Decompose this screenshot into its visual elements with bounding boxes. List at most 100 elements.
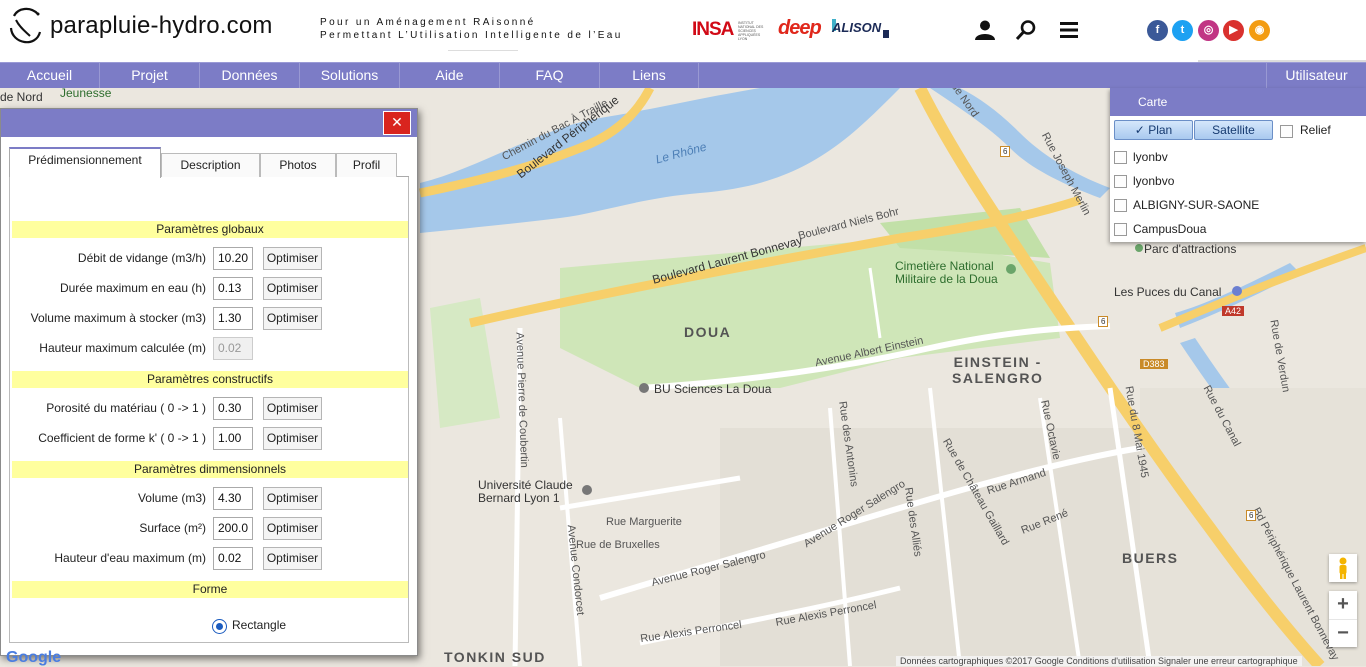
optimize-button[interactable]: Optimiser: [263, 517, 322, 540]
street-view-pegman-icon[interactable]: [1329, 554, 1357, 582]
map-type-plan-button[interactable]: ✓ Plan: [1114, 120, 1193, 140]
main-nav: Accueil Projet Données Solutions Aide FA…: [0, 62, 1366, 88]
park-poi-icon[interactable]: [1135, 244, 1143, 252]
layer-checkbox[interactable]: [1114, 151, 1127, 165]
param-input-porosite[interactable]: 0.30: [213, 397, 253, 420]
layer-label: lyonbvo: [1133, 174, 1175, 188]
layer-checkbox[interactable]: [1114, 175, 1127, 189]
map-label-de-nord: de Nord: [0, 90, 43, 104]
check-icon: ✓: [1134, 123, 1145, 137]
zoom-control: + −: [1329, 591, 1357, 647]
param-input-volume-max[interactable]: 1.30: [213, 307, 253, 330]
nav-utilisateur[interactable]: Utilisateur: [1266, 63, 1366, 88]
route-6-shield: 6: [1246, 510, 1257, 521]
plan-label: Plan: [1148, 123, 1173, 137]
optimize-button[interactable]: Optimiser: [263, 247, 322, 270]
cemetery-poi-icon[interactable]: [1006, 264, 1016, 274]
twitter-icon[interactable]: t: [1172, 20, 1193, 41]
nav-projet[interactable]: Projet: [100, 63, 200, 88]
tab-description[interactable]: Description: [161, 153, 260, 177]
optimize-button[interactable]: Optimiser: [263, 487, 322, 510]
google-logo[interactable]: Google: [6, 649, 61, 667]
dialog-titlebar[interactable]: ✕: [1, 109, 417, 137]
section-global-params: Paramètres globaux: [12, 221, 408, 238]
section-dimension-params: Paramètres dimmensionnels: [12, 461, 408, 478]
map-label-bu: BU Sciences La Doua: [654, 382, 772, 396]
site-tagline: Pour un Aménagement RAisonné Permettant …: [320, 16, 623, 42]
param-input-hauteur-eau[interactable]: 0.02: [213, 547, 253, 570]
zoom-out-button[interactable]: −: [1329, 619, 1357, 647]
layer-item-campusdoua[interactable]: CampusDoua: [1114, 222, 1206, 242]
deep-logo[interactable]: deep: [778, 17, 822, 40]
param-input-coefficient[interactable]: 1.00: [213, 427, 253, 450]
param-label: Coefficient de forme k' ( 0 -> 1 ): [38, 431, 206, 445]
hamburger-menu-icon[interactable]: [1058, 19, 1080, 41]
param-label: Volume maximum à stocker (m3): [30, 311, 206, 325]
optimize-button[interactable]: Optimiser: [263, 547, 322, 570]
tab-photos[interactable]: Photos: [260, 153, 336, 177]
insa-logo[interactable]: INSA: [692, 19, 734, 41]
university-poi-icon[interactable]: [582, 485, 592, 495]
layer-item-lyonbvo[interactable]: lyonbvo: [1114, 174, 1174, 194]
layer-label: lyonbv: [1133, 150, 1168, 164]
user-icon[interactable]: [974, 19, 996, 41]
youtube-icon[interactable]: ▶: [1223, 20, 1244, 41]
instagram-icon[interactable]: ◎: [1198, 20, 1219, 41]
optimize-button[interactable]: Optimiser: [263, 277, 322, 300]
umbrella-logo-icon[interactable]: [8, 6, 44, 50]
layer-checkbox[interactable]: [1114, 223, 1127, 237]
nav-faq[interactable]: FAQ: [500, 63, 600, 88]
map-label-einstein-salengro: EINSTEIN - SALENGRO: [952, 354, 1044, 386]
optimize-button[interactable]: Optimiser: [263, 307, 322, 330]
close-icon[interactable]: ✕: [383, 111, 411, 135]
layer-label: ALBIGNY-SUR-SAONE: [1133, 198, 1260, 212]
map-label-marguerite: Rue Marguerite: [606, 516, 682, 528]
market-poi-icon[interactable]: [1232, 286, 1242, 296]
param-label: Volume (m3): [137, 491, 206, 505]
route-6-shield: 6: [1098, 316, 1109, 327]
alison-logo-accent-2: [883, 30, 889, 38]
shape-rectangle-label: Rectangle: [232, 618, 287, 632]
map-attribution[interactable]: Données cartographiques ©2017 Google Con…: [896, 656, 1302, 666]
param-input-debit[interactable]: 10.20: [213, 247, 253, 270]
map-label-doua: DOUA: [684, 324, 732, 340]
relief-label: Relief: [1300, 123, 1331, 137]
nav-donnees[interactable]: Données: [200, 63, 300, 88]
param-label: Hauteur maximum calculée (m): [39, 341, 206, 355]
layer-label: CampusDoua: [1133, 222, 1207, 236]
shape-rectangle-radio[interactable]: [212, 619, 227, 634]
tab-predimensionnement[interactable]: Prédimensionnement: [9, 147, 161, 178]
param-label: Hauteur d'eau maximum (m): [54, 551, 206, 565]
facebook-icon[interactable]: f: [1147, 20, 1168, 41]
alison-logo[interactable]: ALISON: [832, 20, 881, 35]
map-label-bruxelles: Rue de Bruxelles: [576, 539, 660, 551]
param-input-volume[interactable]: 4.30: [213, 487, 253, 510]
layer-item-albigny[interactable]: ALBIGNY-SUR-SAONE: [1114, 198, 1259, 218]
relief-checkbox[interactable]: [1280, 125, 1293, 138]
layer-item-lyonbv[interactable]: lyonbv: [1114, 150, 1168, 170]
param-input-surface[interactable]: 200.0: [213, 517, 253, 540]
tab-content-predimensionnement: Paramètres globaux Débit de vidange (m3/…: [9, 177, 409, 643]
nav-solutions[interactable]: Solutions: [300, 63, 400, 88]
layer-checkbox[interactable]: [1114, 199, 1127, 213]
a42-shield: A42: [1222, 306, 1245, 316]
optimize-button[interactable]: Optimiser: [263, 397, 322, 420]
tagline-line-1: Pour un Aménagement RAisonné: [320, 17, 536, 28]
nav-accueil[interactable]: Accueil: [0, 63, 100, 88]
map-label-puces: Les Puces du Canal: [1114, 285, 1222, 299]
rss-icon[interactable]: ◉: [1249, 20, 1270, 41]
nav-aide[interactable]: Aide: [400, 63, 500, 88]
site-header: parapluie-hydro.com Pour un Aménagement …: [0, 0, 1366, 62]
tab-profil[interactable]: Profil: [336, 153, 397, 177]
nav-liens[interactable]: Liens: [600, 63, 699, 88]
param-input-duree[interactable]: 0.13: [213, 277, 253, 300]
optimize-button[interactable]: Optimiser: [263, 427, 322, 450]
map-label-ucbl: Université Claude Bernard Lyon 1: [478, 478, 573, 505]
bu-poi-icon[interactable]: [639, 383, 649, 393]
urban-block: [720, 428, 1140, 666]
site-name[interactable]: parapluie-hydro.com: [50, 12, 273, 40]
zoom-in-button[interactable]: +: [1329, 591, 1357, 619]
map-type-satellite-button[interactable]: Satellite: [1194, 120, 1273, 140]
search-icon[interactable]: [1015, 19, 1037, 41]
section-shape: Forme: [12, 581, 408, 598]
